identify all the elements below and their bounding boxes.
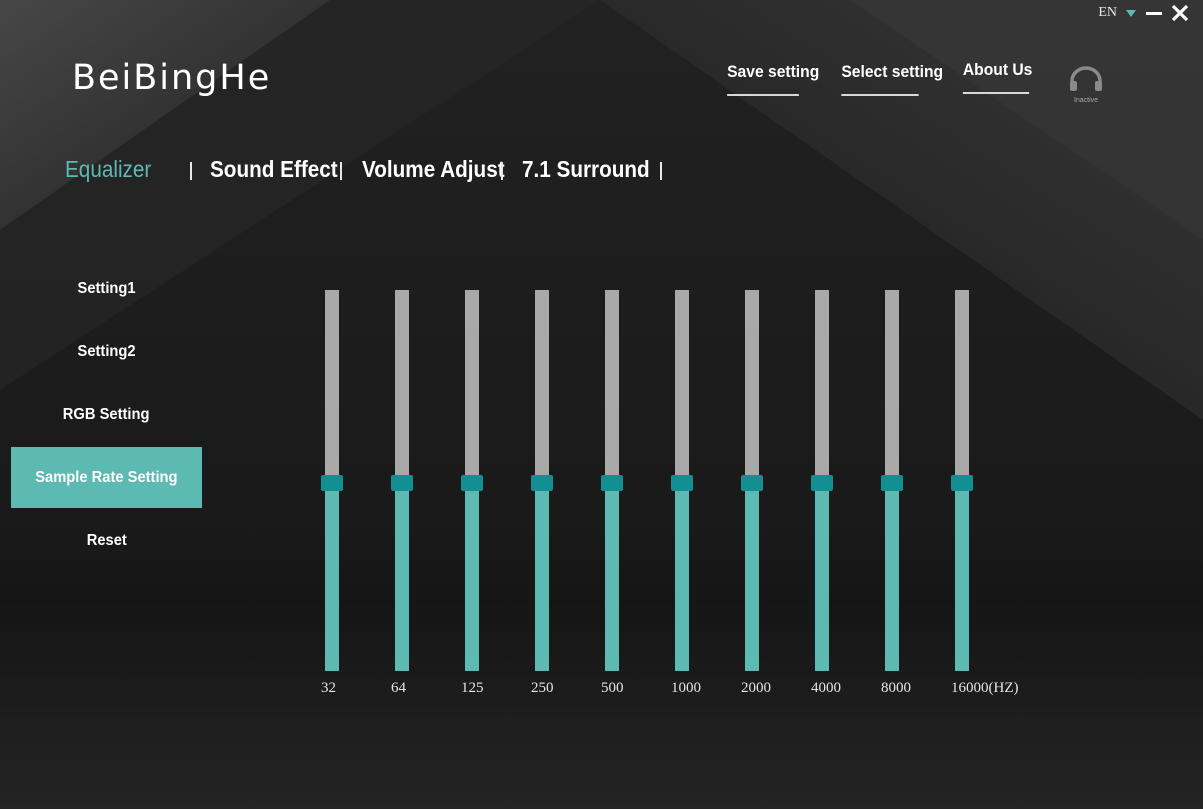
- eq-slider-250[interactable]: [531, 290, 553, 671]
- eq-track-fill: [395, 480, 409, 671]
- eq-track-fill: [815, 480, 829, 671]
- eq-slider-4000[interactable]: [811, 290, 833, 671]
- eq-slider-16000[interactable]: [951, 290, 973, 671]
- eq-slider-thumb[interactable]: [321, 474, 343, 491]
- eq-slider-1000[interactable]: [671, 290, 693, 671]
- eq-track-fill: [535, 480, 549, 671]
- eq-track-upper: [675, 290, 689, 481]
- equalizer-panel: 32 64 125 250 500 1000 2000 4000 8000 16000(HZ): [0, 0, 1203, 809]
- eq-frequency-label: 250: [531, 680, 554, 696]
- eq-frequency-label: 125: [461, 680, 484, 696]
- eq-slider-thumb[interactable]: [671, 474, 693, 491]
- eq-track-fill: [465, 480, 479, 671]
- eq-slider-thumb[interactable]: [531, 474, 553, 491]
- eq-frequency-label: 4000: [811, 680, 841, 696]
- eq-track-upper: [325, 290, 339, 481]
- eq-slider-thumb[interactable]: [881, 474, 903, 491]
- eq-slider-thumb[interactable]: [601, 474, 623, 491]
- eq-slider-500[interactable]: [601, 290, 623, 671]
- eq-frequency-label: 16000(HZ): [951, 680, 1019, 696]
- eq-track-upper: [535, 290, 549, 481]
- eq-track-upper: [815, 290, 829, 481]
- eq-slider-thumb[interactable]: [951, 474, 973, 491]
- eq-slider-thumb[interactable]: [741, 474, 763, 491]
- eq-slider-8000[interactable]: [881, 290, 903, 671]
- eq-track-fill: [745, 480, 759, 671]
- eq-slider-64[interactable]: [391, 290, 413, 671]
- eq-frequency-label: 500: [601, 680, 624, 696]
- eq-track-upper: [395, 290, 409, 481]
- eq-slider-thumb[interactable]: [391, 474, 413, 491]
- eq-track-fill: [605, 480, 619, 671]
- eq-track-fill: [885, 480, 899, 671]
- eq-track-upper: [605, 290, 619, 481]
- eq-frequency-label: 2000: [741, 680, 771, 696]
- eq-track-fill: [955, 480, 969, 671]
- eq-track-fill: [325, 480, 339, 671]
- eq-slider-32[interactable]: [321, 290, 343, 671]
- eq-frequency-label: 32: [321, 680, 336, 696]
- app-window: EN BeiBingHe Save setting Select setting…: [0, 0, 1203, 809]
- eq-frequency-label: 1000: [671, 680, 701, 696]
- eq-track-upper: [955, 290, 969, 481]
- eq-slider-thumb[interactable]: [811, 474, 833, 491]
- eq-slider-2000[interactable]: [741, 290, 763, 671]
- eq-frequency-label: 64: [391, 680, 406, 696]
- eq-slider-125[interactable]: [461, 290, 483, 671]
- eq-frequency-label: 8000: [881, 680, 911, 696]
- eq-track-upper: [885, 290, 899, 481]
- eq-track-upper: [465, 290, 479, 481]
- eq-track-fill: [675, 480, 689, 671]
- eq-track-upper: [745, 290, 759, 481]
- eq-slider-thumb[interactable]: [461, 474, 483, 491]
